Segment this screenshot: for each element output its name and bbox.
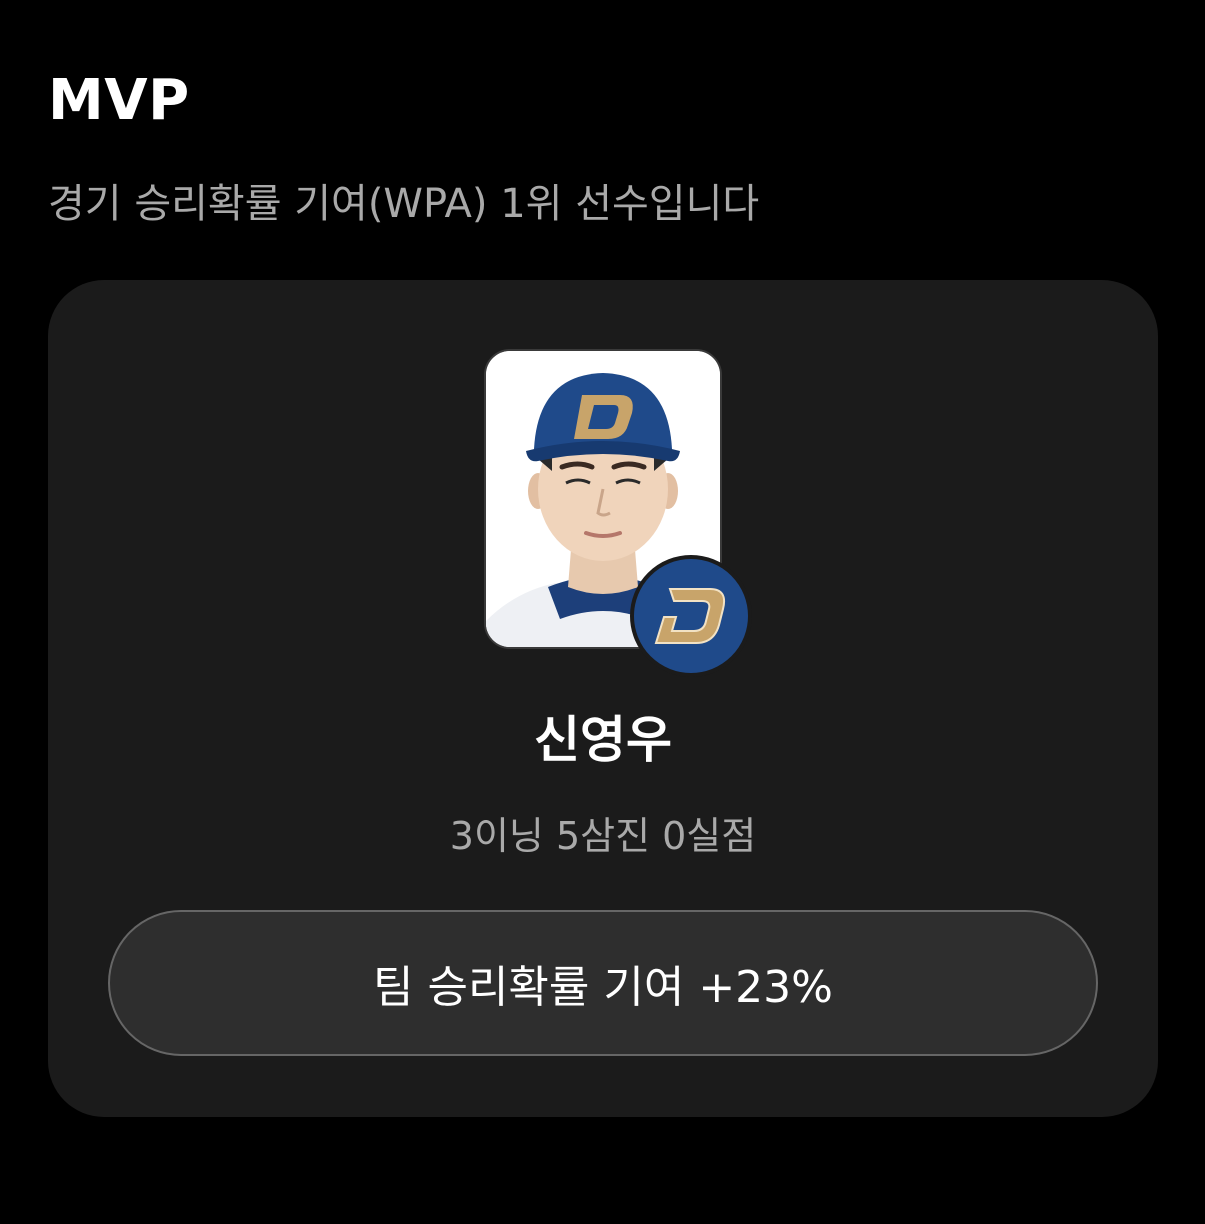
mvp-page: MVP 경기 승리확률 기여(WPA) 1위 선수입니다 신영우 3이닝 5삼진… xyxy=(0,0,1205,1224)
team-logo-icon xyxy=(630,555,752,677)
section-subtitle: 경기 승리확률 기여(WPA) 1위 선수입니다 xyxy=(48,181,760,227)
player-stats: 3이닝 5삼진 0실점 xyxy=(449,814,757,858)
mvp-card: 신영우 3이닝 5삼진 0실점 팀 승리확률 기여 +23% xyxy=(48,280,1158,1117)
wpa-contribution-button[interactable]: 팀 승리확률 기여 +23% xyxy=(108,910,1098,1056)
player-photo-wrapper xyxy=(484,349,752,677)
player-name: 신영우 xyxy=(534,711,672,769)
section-title: MVP xyxy=(48,68,190,133)
team-logo-glyph xyxy=(654,588,726,644)
